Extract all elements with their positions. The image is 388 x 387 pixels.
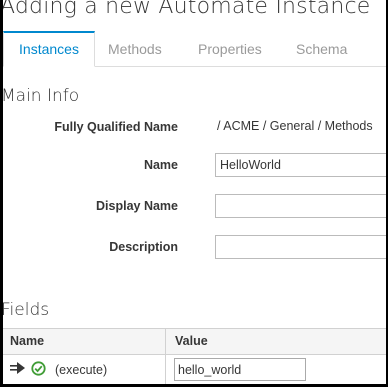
description-field[interactable] xyxy=(215,235,386,259)
main-info-title: Main Info xyxy=(3,86,80,106)
name-field[interactable] xyxy=(215,153,386,177)
column-divider xyxy=(165,355,166,384)
page-frame: Adding a new Automate Instance Instances… xyxy=(3,0,386,384)
display-name-label: Display Name xyxy=(96,199,178,213)
tab-bar: Instances Methods Properties Schema xyxy=(3,31,386,67)
display-name-field[interactable] xyxy=(215,194,386,218)
tab-properties[interactable]: Properties xyxy=(198,32,262,66)
fields-title: Fields xyxy=(3,300,50,320)
table-header: Name Value xyxy=(3,329,386,355)
fields-table: Name Value (execute) xyxy=(3,328,386,384)
tab-methods[interactable]: Methods xyxy=(108,32,162,66)
field-name: (execute) xyxy=(55,363,108,377)
column-header-value: Value xyxy=(175,334,208,348)
column-header-name: Name xyxy=(10,334,45,348)
tab-instances[interactable]: Instances xyxy=(3,31,95,67)
check-circle-icon xyxy=(31,361,46,381)
name-label: Name xyxy=(143,158,178,172)
fqn-value: / ACME / General / Methods xyxy=(217,119,373,133)
fqn-label: Fully Qualified Name xyxy=(54,120,178,134)
description-label: Description xyxy=(109,240,178,254)
page-title: Adding a new Automate Instance xyxy=(3,0,371,19)
field-value-input[interactable] xyxy=(174,358,306,381)
tab-schema[interactable]: Schema xyxy=(296,32,347,66)
method-icon xyxy=(10,361,27,380)
table-row: (execute) xyxy=(3,355,386,384)
column-divider xyxy=(165,329,166,354)
